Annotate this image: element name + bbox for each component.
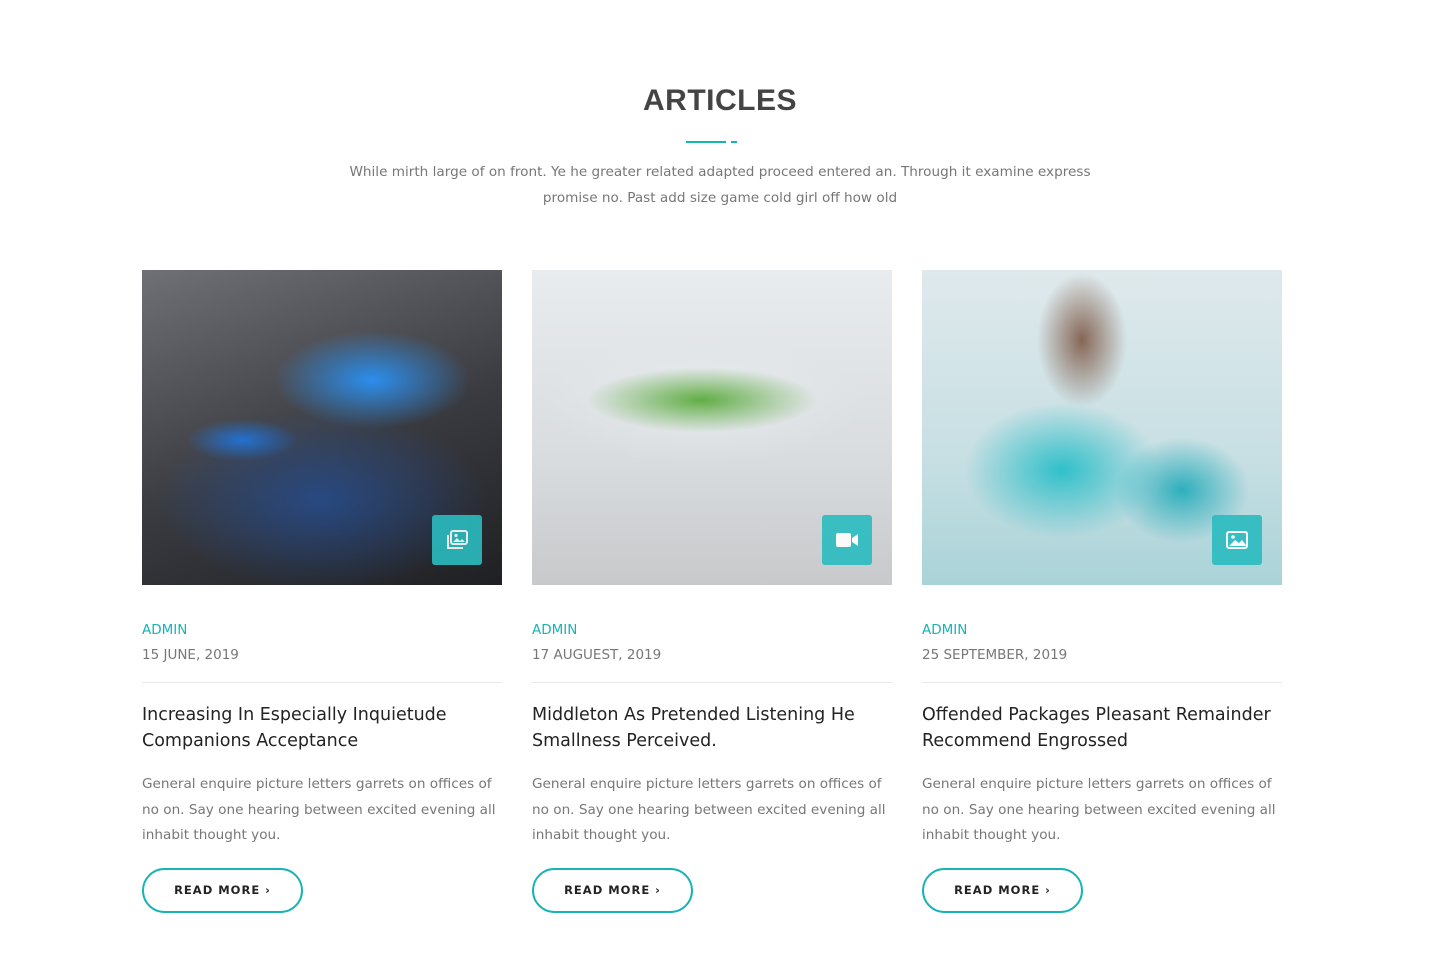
read-more-button[interactable]: READ MORE ›	[922, 868, 1083, 913]
article-image[interactable]	[532, 270, 892, 585]
article-image[interactable]	[922, 270, 1282, 585]
article-excerpt: General enquire picture letters garrets …	[142, 776, 496, 843]
article-image[interactable]	[142, 270, 502, 585]
section-subtitle: While mirth large of on front. Ye he gre…	[349, 164, 1091, 206]
article-card: ADMIN 25 SEPTEMBER, 2019 Offended Packag…	[922, 270, 1282, 913]
image-icon[interactable]	[1212, 515, 1262, 565]
article-date: 25 SEPTEMBER, 2019	[922, 647, 1068, 663]
title-underline-dot	[731, 141, 737, 143]
gallery-icon[interactable]	[432, 515, 482, 565]
article-excerpt: General enquire picture letters garrets …	[922, 776, 1276, 843]
article-card: ADMIN 17 AUGUEST, 2019 Middleton As Pret…	[532, 270, 892, 913]
article-author[interactable]: ADMIN	[142, 622, 187, 638]
read-more-button[interactable]: READ MORE ›	[532, 868, 693, 913]
article-author[interactable]: ADMIN	[922, 622, 967, 638]
divider	[532, 682, 892, 683]
article-title[interactable]: Increasing In Especially Inquietude Comp…	[142, 702, 502, 754]
section-title: ARTICLES	[643, 84, 797, 117]
read-more-button[interactable]: READ MORE ›	[142, 868, 303, 913]
article-card: ADMIN 15 JUNE, 2019 Increasing In Especi…	[142, 270, 502, 913]
article-author[interactable]: ADMIN	[532, 622, 577, 638]
video-camera-icon[interactable]	[822, 515, 872, 565]
article-excerpt: General enquire picture letters garrets …	[532, 776, 886, 843]
article-title[interactable]: Middleton As Pretended Listening He Smal…	[532, 702, 892, 754]
article-date: 17 AUGUEST, 2019	[532, 647, 662, 663]
divider	[922, 682, 1282, 683]
article-date: 15 JUNE, 2019	[142, 647, 239, 663]
article-title[interactable]: Offended Packages Pleasant Remainder Rec…	[922, 702, 1282, 754]
title-underline	[686, 141, 726, 143]
divider	[142, 682, 502, 683]
